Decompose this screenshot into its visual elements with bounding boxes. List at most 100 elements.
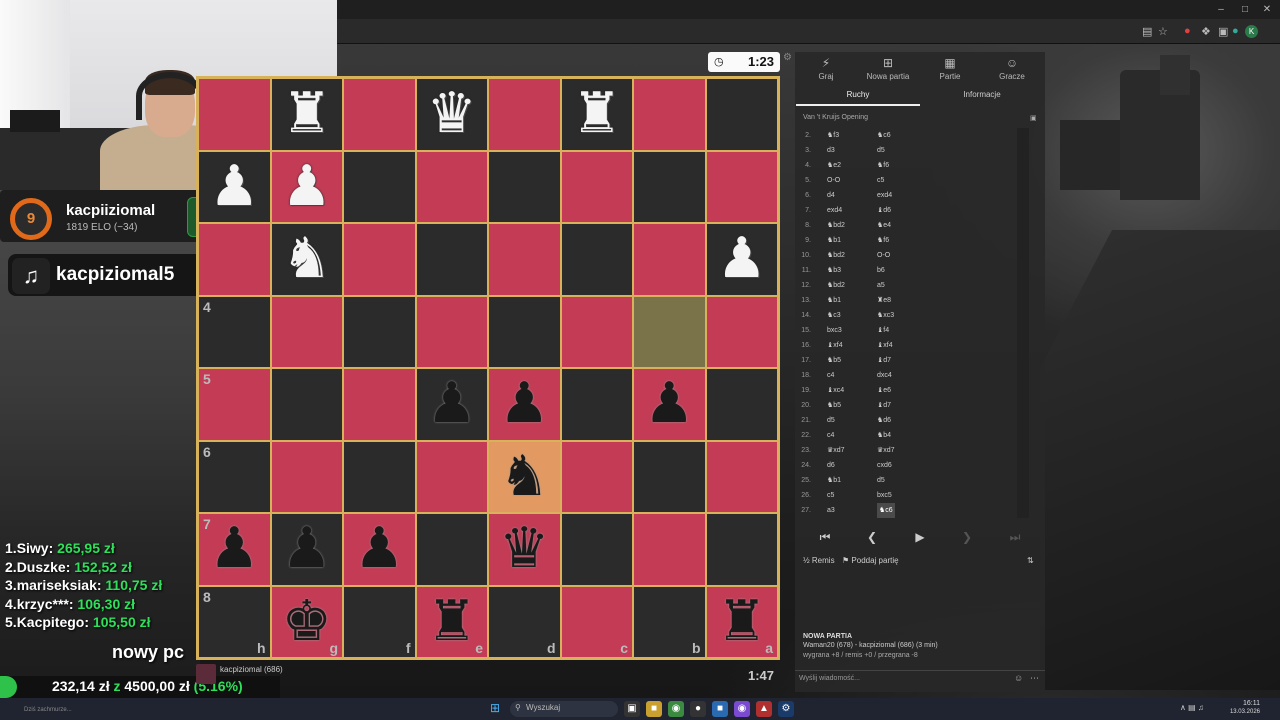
black-pawn-piece[interactable]: ♟	[489, 369, 560, 440]
board-square[interactable]: 7 ♟	[198, 513, 271, 586]
white-move[interactable]: ♞b3	[827, 263, 841, 278]
panel-tab-1[interactable]: ⊞ Nowa partia	[857, 56, 919, 81]
black-king-piece[interactable]: ♚	[272, 587, 343, 658]
board-square[interactable]	[415, 513, 488, 586]
black-move[interactable]: ♞xc3	[877, 308, 894, 323]
board-square[interactable]: b	[633, 585, 706, 658]
white-rook-piece[interactable]: ♜	[272, 79, 343, 150]
cast-icon[interactable]: ▤	[1142, 25, 1152, 38]
board-square[interactable]	[705, 150, 778, 223]
board-square[interactable]	[488, 150, 561, 223]
board-square[interactable]	[560, 223, 633, 296]
board-square[interactable]	[343, 295, 416, 368]
play-button[interactable]: ▶	[897, 528, 943, 546]
close-icon[interactable]: ✕	[1260, 4, 1274, 15]
board-square[interactable]	[343, 150, 416, 223]
white-move[interactable]: ♞e2	[827, 158, 841, 173]
white-move[interactable]: ♞b1	[827, 293, 841, 308]
black-move[interactable]: bxc5	[877, 488, 892, 503]
steam-icon[interactable]: ⚙	[778, 701, 794, 717]
extensions-icon[interactable]: ❖	[1201, 25, 1211, 38]
tab-info[interactable]: Informacje	[920, 90, 1044, 106]
panel-tab-2[interactable]: ▦ Partie	[919, 56, 981, 81]
board-square[interactable]: f	[343, 585, 416, 658]
board-square[interactable]: 4	[198, 295, 271, 368]
black-pawn-piece[interactable]: ♟	[199, 514, 270, 585]
board-square[interactable]	[633, 440, 706, 513]
white-move[interactable]: ♞f3	[827, 128, 839, 143]
white-pawn-piece[interactable]: ♟	[272, 152, 343, 223]
draw-button[interactable]: ½ Remis	[803, 556, 835, 565]
board-square[interactable]	[633, 513, 706, 586]
board-square[interactable]	[560, 513, 633, 586]
board-square[interactable]: ♟	[270, 513, 343, 586]
white-move[interactable]: c4	[827, 368, 834, 383]
black-move[interactable]: ♝d6	[877, 203, 891, 218]
discord-icon[interactable]: ◉	[734, 701, 750, 717]
white-move[interactable]: ♞b5	[827, 398, 841, 413]
black-move[interactable]: ♞f6	[877, 158, 889, 173]
board-square[interactable]	[560, 440, 633, 513]
black-move[interactable]: ♝d7	[877, 353, 891, 368]
black-move[interactable]: ♝f4	[877, 323, 889, 338]
black-pawn-piece[interactable]: ♟	[344, 514, 415, 585]
board-square[interactable]	[488, 223, 561, 296]
board-square[interactable]	[633, 295, 706, 368]
record-icon[interactable]: ●	[1184, 25, 1191, 37]
more-icon[interactable]: ⋯	[1030, 673, 1039, 684]
board-square[interactable]	[198, 78, 271, 151]
white-move[interactable]: c5	[827, 488, 834, 503]
black-move[interactable]: ♞f6	[877, 233, 889, 248]
black-pawn-piece[interactable]: ♟	[634, 369, 705, 440]
prev-move-button[interactable]: ❮	[849, 528, 895, 546]
white-move[interactable]: ♞bd2	[827, 218, 845, 233]
board-square[interactable]	[415, 150, 488, 223]
white-move[interactable]: ♞b5	[827, 353, 841, 368]
white-knight-piece[interactable]: ♞	[272, 224, 343, 295]
black-pawn-piece[interactable]: ♟	[417, 369, 488, 440]
board-square[interactable]	[705, 513, 778, 586]
white-move[interactable]: exd4	[827, 203, 842, 218]
black-move[interactable]: d5	[877, 143, 885, 158]
last-move-button[interactable]: ⏭	[992, 528, 1038, 546]
tab-moves[interactable]: Ruchy	[796, 90, 920, 106]
flip-board-icon[interactable]: ⇅	[1027, 556, 1034, 565]
black-move[interactable]: ♝xf4	[877, 338, 893, 353]
black-move[interactable]: a5	[877, 278, 885, 293]
black-move[interactable]: ♞c6	[877, 128, 891, 143]
board-square[interactable]	[415, 295, 488, 368]
black-queen-piece[interactable]: ♛	[489, 514, 560, 585]
white-move[interactable]: ♝xf4	[827, 338, 843, 353]
black-move[interactable]: O-O	[877, 248, 890, 263]
board-square[interactable]	[633, 150, 706, 223]
white-move[interactable]: d3	[827, 143, 835, 158]
black-knight-piece[interactable]: ♞	[489, 442, 560, 513]
board-square[interactable]: ♞	[488, 440, 561, 513]
white-move[interactable]: ♞b1	[827, 473, 841, 488]
board-square[interactable]	[705, 78, 778, 151]
board-square[interactable]	[270, 440, 343, 513]
white-queen-piece[interactable]: ♛	[417, 79, 488, 150]
first-move-button[interactable]: ⏮	[802, 528, 848, 546]
board-square[interactable]	[270, 368, 343, 441]
chess-board[interactable]: ♜ ♛ ♜ ♟ ♟ ♞ ♟ 4 5 ♟ ♟ ♟ 6 ♞ 7 ♟ ♟ ♟ ♛ 8 h g ♚ f e ♜ d c b a ♜	[196, 76, 780, 660]
white-move[interactable]: ♞bd2	[827, 248, 845, 263]
board-square[interactable]: ♟	[415, 368, 488, 441]
lock-icon[interactable]: ▣	[1030, 114, 1037, 122]
panel-tab-3[interactable]: ☺ Gracze	[981, 56, 1043, 81]
file-explorer-icon[interactable]: ■	[646, 701, 662, 717]
board-square[interactable]	[560, 368, 633, 441]
white-move[interactable]: d6	[827, 458, 835, 473]
white-move[interactable]: ♞c3	[827, 308, 841, 323]
white-move[interactable]: ♝xc4	[827, 383, 844, 398]
black-move[interactable]: ♞e4	[877, 218, 891, 233]
task-view-icon[interactable]: ▣	[624, 701, 640, 717]
weather-widget[interactable]: Dziś zachmurze...	[24, 707, 72, 713]
board-square[interactable]	[705, 440, 778, 513]
board-square[interactable]: ♟	[198, 150, 271, 223]
white-move[interactable]: d4	[827, 188, 835, 203]
white-move[interactable]: ♞b1	[827, 233, 841, 248]
emoji-icon[interactable]: ☺	[1014, 673, 1023, 683]
board-square[interactable]	[343, 440, 416, 513]
board-square[interactable]	[633, 78, 706, 151]
